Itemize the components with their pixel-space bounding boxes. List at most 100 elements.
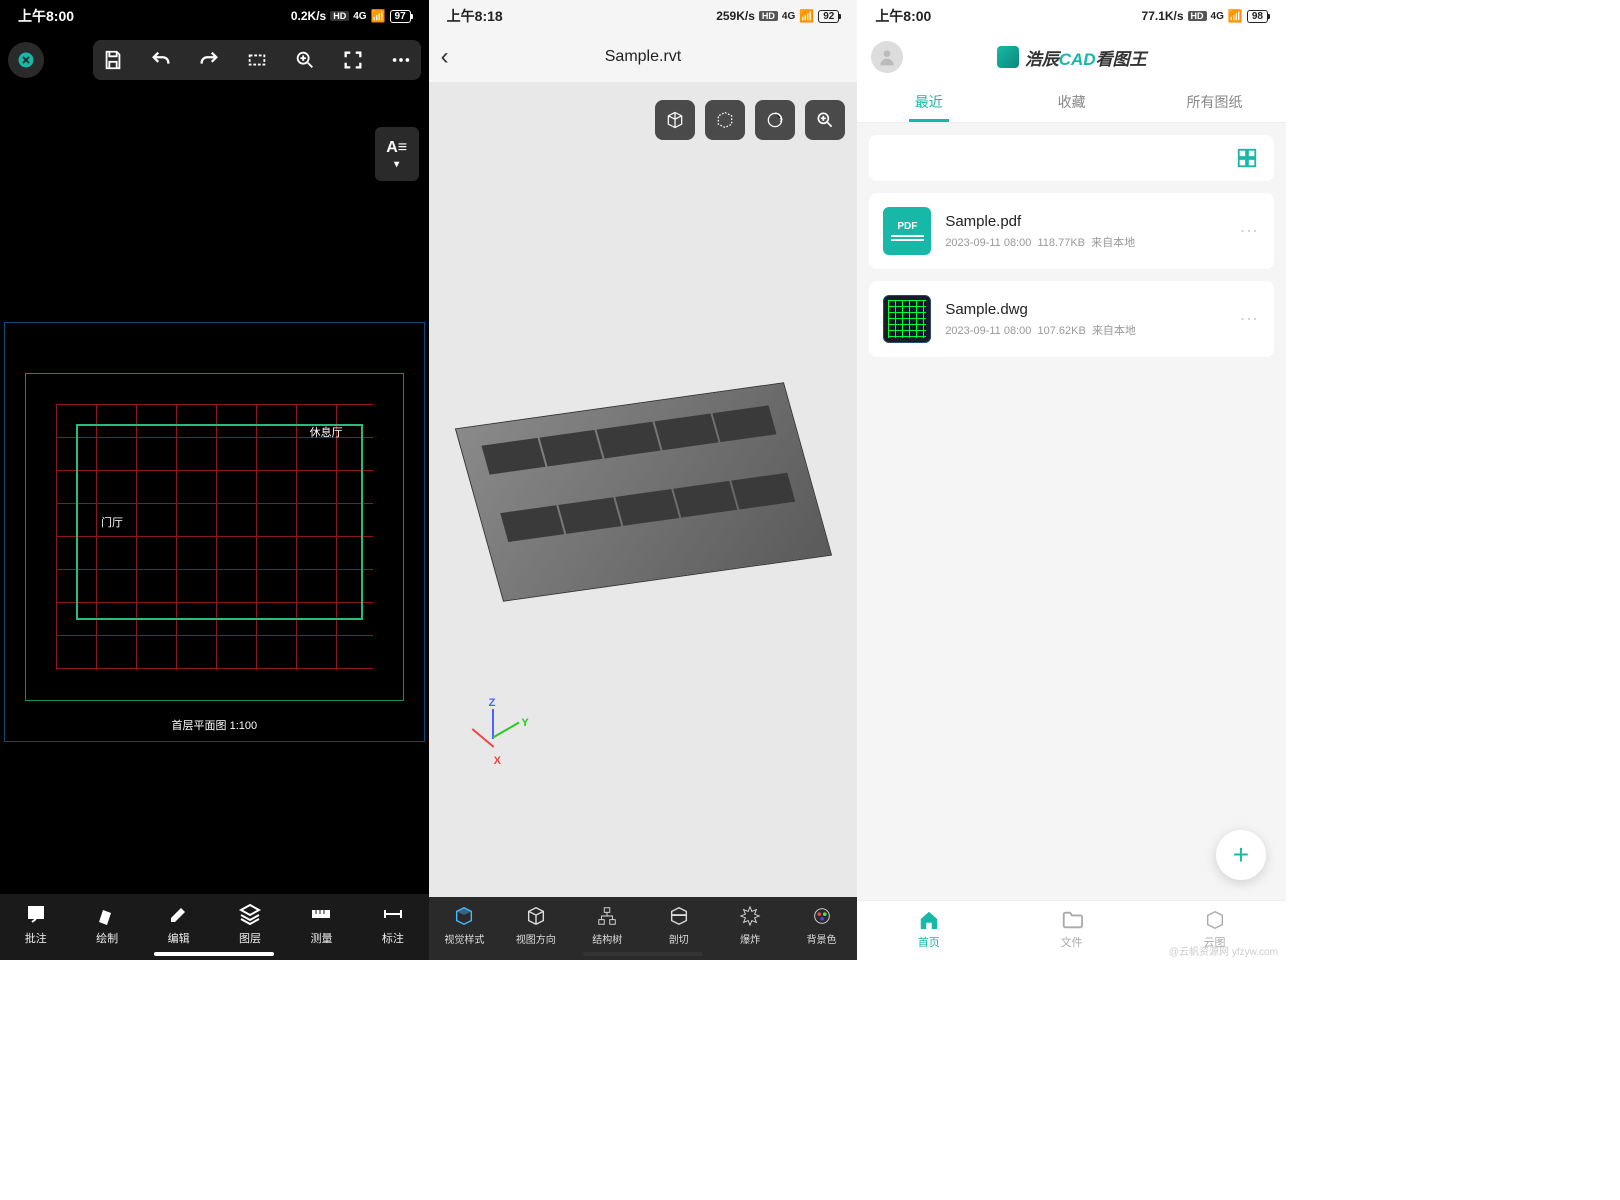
edit-icon	[167, 902, 191, 926]
fit-icon	[246, 49, 268, 71]
tab-recent[interactable]: 最近	[857, 82, 1000, 122]
tab-section[interactable]: 剖切	[643, 905, 714, 946]
brand-text: 浩辰CAD看图王	[1025, 45, 1147, 70]
top-toolbar	[8, 40, 421, 80]
file-browser-body: 浩辰CAD看图王 最近 收藏 所有图纸 PDF Sample.pdf 2023-…	[857, 32, 1286, 900]
file-info: Sample.dwg 2023-09-11 08:00 107.62KB 来自本…	[945, 301, 1224, 338]
tab-all-drawings[interactable]: 所有图纸	[1143, 82, 1286, 122]
file-item-dwg[interactable]: Sample.dwg 2023-09-11 08:00 107.62KB 来自本…	[869, 281, 1274, 357]
tab-edit[interactable]: 编辑	[143, 902, 214, 946]
nav-files[interactable]: 文件	[1000, 909, 1143, 950]
hd-badge: HD	[759, 11, 778, 21]
view-tools	[655, 100, 845, 140]
background-icon	[811, 905, 833, 927]
tab-draw[interactable]: 绘制	[71, 902, 142, 946]
tab-explode[interactable]: 爆炸	[714, 905, 785, 946]
tab-favorites[interactable]: 收藏	[1000, 82, 1143, 122]
tab-view-direction[interactable]: 视图方向	[500, 905, 571, 946]
screen-cad-editor: 上午8:00 0.2K/s HD 4G 📶 97 A≡	[0, 0, 429, 960]
tab-annotate[interactable]: 批注	[0, 902, 71, 946]
visual-style-icon	[453, 905, 475, 927]
view-direction-icon	[525, 905, 547, 927]
explode-icon	[739, 905, 761, 927]
measure-icon	[309, 902, 333, 926]
dimension-icon	[381, 902, 405, 926]
dwg-file-icon	[883, 295, 931, 343]
zoom-icon	[815, 110, 835, 130]
header: ‹ Sample.rvt	[429, 32, 858, 82]
brand-logo-icon	[997, 46, 1019, 68]
status-bar: 上午8:00 0.2K/s HD 4G 📶 97	[0, 0, 429, 32]
model-rooms	[481, 405, 805, 578]
folder-icon	[1061, 909, 1083, 931]
3d-viewport[interactable]: Z Y X	[429, 82, 858, 897]
tab-visual-style[interactable]: 视觉样式	[429, 905, 500, 946]
file-title: Sample.rvt	[605, 48, 681, 66]
tab-measure[interactable]: 测量	[286, 902, 357, 946]
file-more-button[interactable]: ⋮	[1238, 310, 1260, 328]
status-right: 77.1K/s HD 4G 📶 98	[1142, 9, 1268, 23]
text-tool-button[interactable]: A≡	[375, 127, 419, 181]
bottom-toolbar: 批注 绘制 编辑 图层 测量 标注	[0, 894, 429, 960]
axis-gizmo[interactable]: Z Y X	[459, 697, 529, 767]
view-cube-2[interactable]	[705, 100, 745, 140]
undo-button[interactable]	[147, 46, 175, 74]
axis-x-label: X	[494, 755, 501, 767]
home-indicator[interactable]	[583, 952, 703, 956]
tab-background[interactable]: 背景色	[786, 905, 857, 946]
orbit-button[interactable]	[755, 100, 795, 140]
battery-icon: 98	[1247, 10, 1268, 23]
fit-button[interactable]	[243, 46, 271, 74]
home-icon	[918, 909, 940, 931]
tab-structure-tree[interactable]: 结构树	[572, 905, 643, 946]
avatar-button[interactable]	[871, 41, 903, 73]
view-cube-1[interactable]	[655, 100, 695, 140]
save-icon	[102, 49, 124, 71]
file-more-button[interactable]: ⋮	[1238, 222, 1260, 240]
signal-icon: 📶	[1228, 9, 1243, 23]
zoom-button[interactable]	[291, 46, 319, 74]
cad-drawing-title: 首层平面图 1:100	[172, 717, 258, 733]
search-bar[interactable]	[869, 135, 1274, 181]
close-button[interactable]	[8, 42, 44, 78]
layers-icon	[238, 902, 262, 926]
status-time: 上午8:00	[18, 6, 74, 26]
file-name: Sample.dwg	[945, 301, 1224, 318]
status-right: 259K/s HD 4G 📶 92	[716, 9, 839, 23]
zoom-3d-button[interactable]	[805, 100, 845, 140]
nav-home[interactable]: 首页	[857, 909, 1000, 950]
battery-icon: 97	[390, 10, 411, 23]
grid-view-icon[interactable]	[1236, 147, 1258, 169]
file-name: Sample.pdf	[945, 213, 1224, 230]
hd-badge: HD	[330, 11, 349, 21]
status-time: 上午8:00	[875, 6, 931, 26]
add-fab-button[interactable]: +	[1216, 830, 1266, 880]
back-button[interactable]: ‹	[441, 43, 449, 71]
draw-icon	[95, 902, 119, 926]
toolbar-group	[93, 40, 421, 80]
screen-3d-viewer: 上午8:18 259K/s HD 4G 📶 92 ‹ Sample.rvt Z …	[429, 0, 858, 960]
pdf-file-icon: PDF	[883, 207, 931, 255]
axis-z-label: Z	[489, 697, 496, 709]
cube-icon	[665, 110, 685, 130]
tab-layers[interactable]: 图层	[214, 902, 285, 946]
app-brand: 浩辰CAD看图王	[913, 45, 1230, 70]
dwg-thumbnail	[888, 300, 926, 338]
more-button[interactable]	[387, 46, 415, 74]
cad-drawing-viewport[interactable]: 休息厅 门厅 首层平面图 1:100	[4, 322, 425, 742]
home-indicator[interactable]	[154, 952, 274, 956]
cloud-icon	[1204, 909, 1226, 931]
redo-button[interactable]	[195, 46, 223, 74]
file-item-pdf[interactable]: PDF Sample.pdf 2023-09-11 08:00 118.77KB…	[869, 193, 1274, 269]
screen-file-browser: 上午8:00 77.1K/s HD 4G 📶 98 浩辰CAD看图王 最近 收藏…	[857, 0, 1286, 960]
status-right: 0.2K/s HD 4G 📶 97	[291, 9, 411, 23]
tab-dimension[interactable]: 标注	[357, 902, 428, 946]
axis-y-label: Y	[521, 717, 528, 729]
bottom-toolbar: 视觉样式 视图方向 结构树 剖切 爆炸 背景色	[429, 897, 858, 960]
more-icon	[390, 49, 412, 71]
zoom-icon	[294, 49, 316, 71]
signal-4g: 4G	[782, 11, 795, 22]
signal-4g: 4G	[1211, 11, 1224, 22]
save-button[interactable]	[99, 46, 127, 74]
fullscreen-button[interactable]	[339, 46, 367, 74]
